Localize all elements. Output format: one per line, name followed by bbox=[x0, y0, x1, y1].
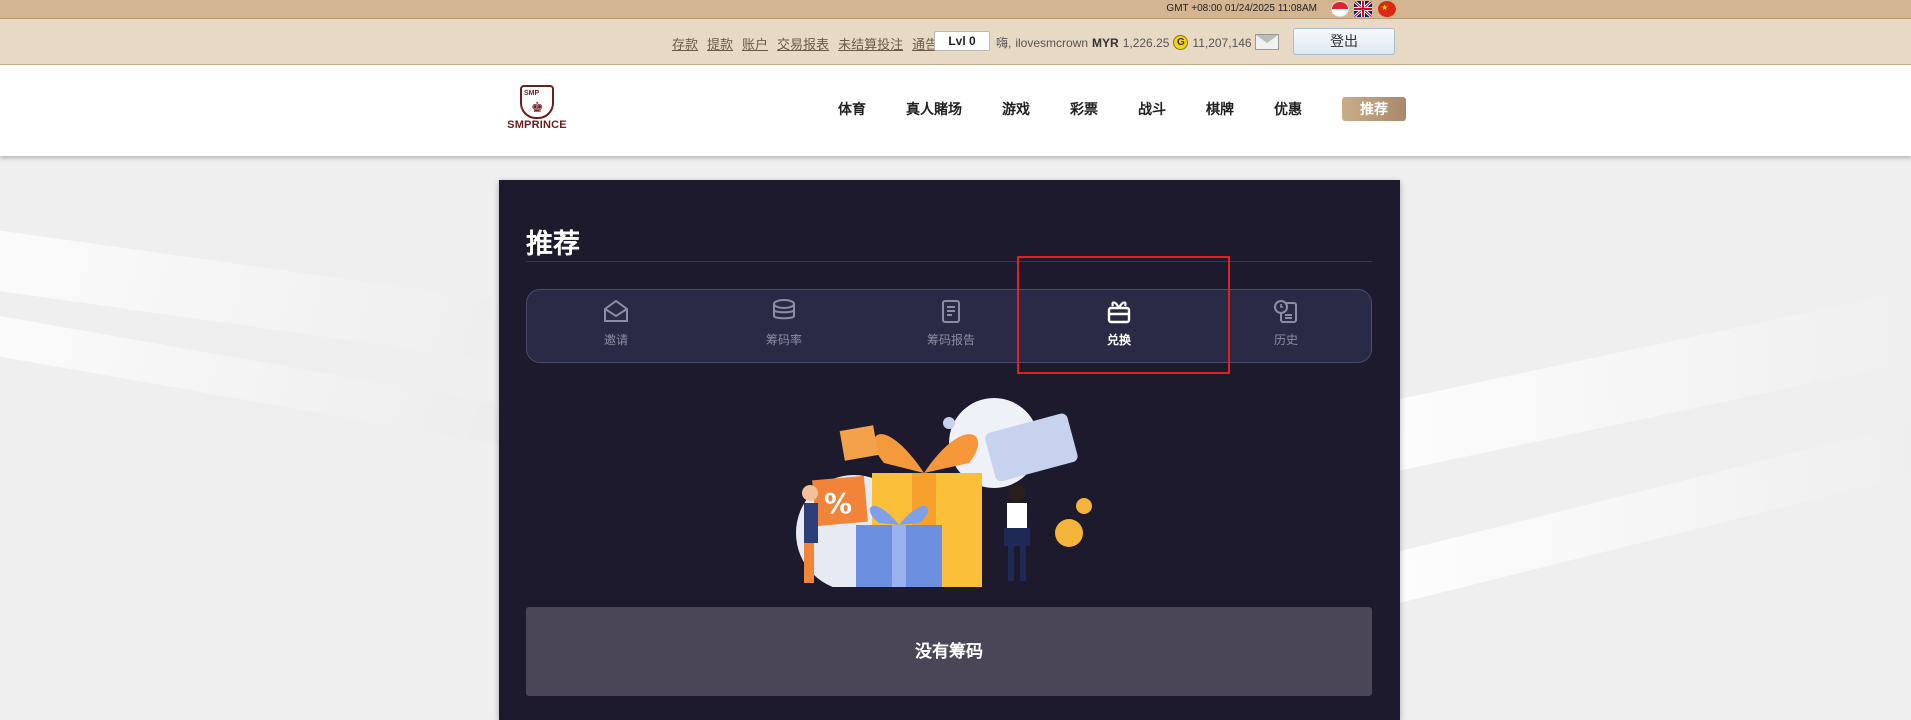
site-logo[interactable]: SMPRINCE bbox=[505, 85, 569, 137]
highlight-annotation bbox=[1017, 256, 1230, 374]
nav-item-battle[interactable]: 战斗 bbox=[1138, 99, 1166, 121]
logout-button[interactable]: 登出 bbox=[1293, 28, 1395, 55]
deposit-link[interactable]: 存款 bbox=[672, 34, 698, 53]
balance-text: 1,226.25 bbox=[1122, 35, 1170, 50]
brand-name: SMPRINCE bbox=[507, 119, 567, 131]
tab-label: 筹码率 bbox=[765, 333, 802, 347]
main-navigation: SMPRINCE 体育 真人賭场 游戏 彩票 战斗 棋牌 优惠 推荐 bbox=[0, 65, 1911, 156]
history-icon bbox=[1270, 298, 1302, 328]
unsettled-bets-link[interactable]: 未结算投注 bbox=[838, 34, 903, 53]
svg-text:%: % bbox=[824, 487, 852, 520]
referral-panel: 推荐 邀请 筹码率 筹码报告 兑换 历史 % 没有筹码 bbox=[499, 180, 1400, 720]
greeting-text: 嗨, bbox=[996, 36, 1012, 50]
clock-text: GMT +08:00 01/24/2025 11:08AM bbox=[1166, 3, 1317, 14]
nav-item-lottery[interactable]: 彩票 bbox=[1070, 99, 1098, 121]
nav-item-promotions[interactable]: 优惠 bbox=[1274, 99, 1302, 121]
nav-menu: 体育 真人賭场 游戏 彩票 战斗 棋牌 优惠 推荐 bbox=[838, 97, 1406, 121]
singapore-flag-icon[interactable] bbox=[1331, 1, 1349, 17]
tab-label: 筹码报告 bbox=[926, 333, 975, 347]
uk-flag-icon[interactable] bbox=[1354, 1, 1372, 17]
nav-item-sports[interactable]: 体育 bbox=[838, 99, 866, 121]
crest-icon bbox=[520, 85, 554, 119]
nav-item-referral[interactable]: 推荐 bbox=[1342, 97, 1406, 121]
coins-icon bbox=[768, 298, 800, 328]
top-status-strip: GMT +08:00 01/24/2025 11:08AM bbox=[0, 0, 1911, 19]
account-bar: 存款 提款 账户 交易报表 未结算投注 通告 Lvl 0 嗨, ilovesmc… bbox=[0, 19, 1911, 65]
tab-chip-report[interactable]: 筹码报告 bbox=[891, 298, 1011, 356]
account-links: 存款 提款 账户 交易报表 未结算投注 通告 bbox=[672, 34, 938, 53]
tab-chip-rate[interactable]: 筹码率 bbox=[724, 298, 844, 356]
nav-item-board-games[interactable]: 棋牌 bbox=[1206, 99, 1234, 121]
coin-icon: G bbox=[1173, 35, 1189, 50]
tab-history[interactable]: 历史 bbox=[1226, 298, 1346, 356]
currency-text: MYR bbox=[1092, 35, 1119, 50]
tab-label: 邀请 bbox=[603, 333, 628, 347]
nav-item-games[interactable]: 游戏 bbox=[1002, 99, 1030, 121]
referral-tabs: 邀请 筹码率 筹码报告 兑换 历史 bbox=[526, 289, 1372, 363]
clipboard-icon bbox=[935, 298, 967, 328]
empty-state-message: 没有筹码 bbox=[526, 607, 1372, 696]
transaction-report-link[interactable]: 交易报表 bbox=[777, 34, 829, 53]
page-title: 推荐 bbox=[526, 229, 580, 259]
mail-icon[interactable] bbox=[1255, 34, 1279, 50]
tab-label: 历史 bbox=[1273, 333, 1298, 347]
envelope-icon bbox=[600, 298, 632, 328]
username-text: ilovesmcrown bbox=[1015, 35, 1089, 50]
nav-item-live-casino[interactable]: 真人賭场 bbox=[906, 99, 962, 121]
gift-illustration: % bbox=[764, 393, 1144, 591]
level-badge: Lvl 0 bbox=[934, 31, 990, 51]
china-flag-icon[interactable] bbox=[1378, 1, 1396, 17]
title-divider bbox=[526, 261, 1372, 262]
tab-invite[interactable]: 邀请 bbox=[556, 298, 676, 356]
account-link[interactable]: 账户 bbox=[742, 34, 768, 53]
user-info: 嗨, ilovesmcrown MYR 1,226.25 G 11,207,14… bbox=[996, 34, 1252, 51]
coins-text: 11,207,146 bbox=[1192, 35, 1252, 50]
withdraw-link[interactable]: 提款 bbox=[707, 34, 733, 53]
